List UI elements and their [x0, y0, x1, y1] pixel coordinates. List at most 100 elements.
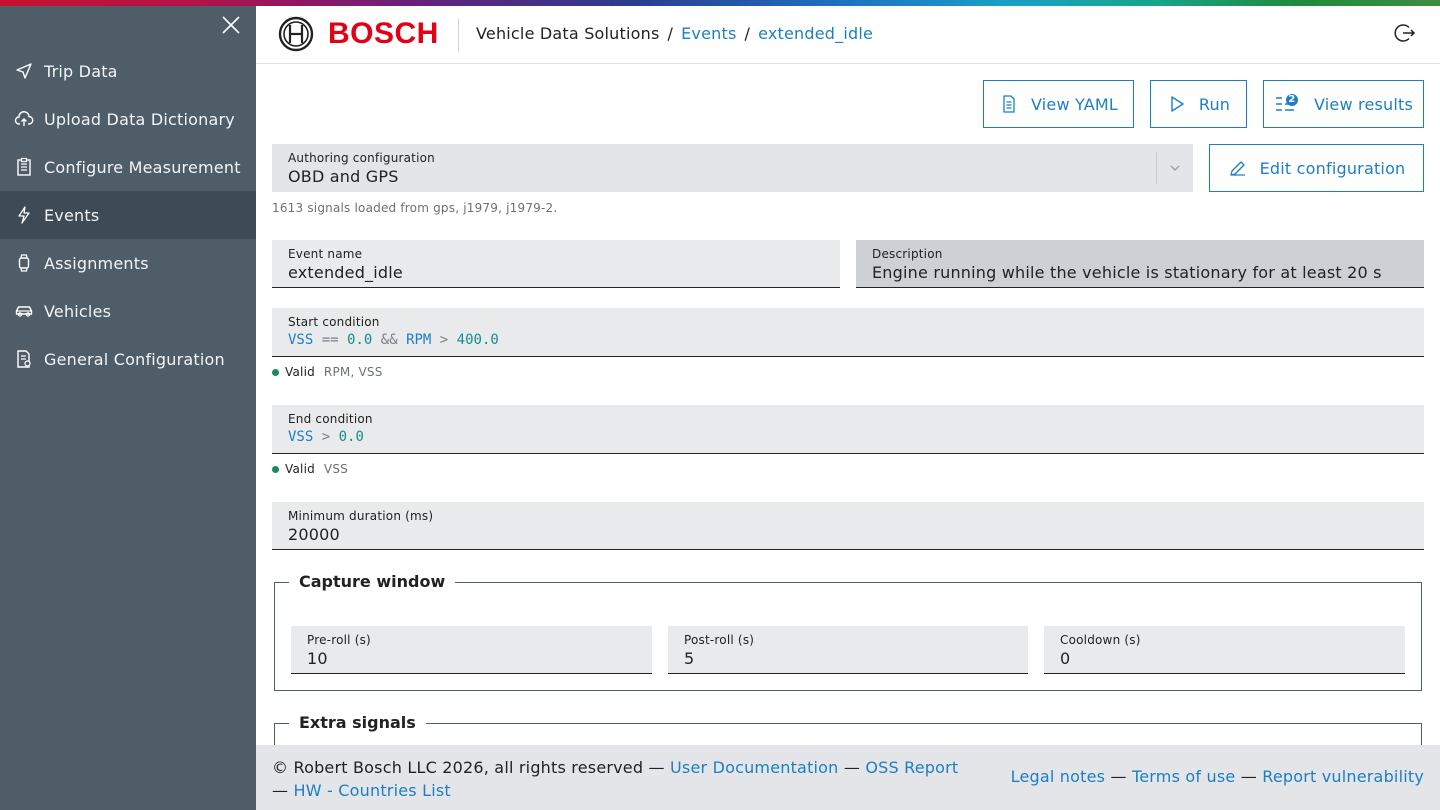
view-results-button[interactable]: 2 View results — [1263, 80, 1424, 128]
sidebar-item-upload-data-dictionary[interactable]: Upload Data Dictionary — [0, 95, 256, 143]
valid-status-text: Valid — [285, 365, 315, 379]
view-results-label: View results — [1313, 94, 1414, 114]
logout-icon — [1394, 24, 1416, 42]
sidebar-item-label: Vehicles — [44, 301, 112, 321]
hw-countries-list-link[interactable]: HW - Countries List — [294, 781, 451, 800]
close-sidebar-button[interactable] — [220, 14, 242, 36]
sidebar-item-assignments[interactable]: Assignments — [0, 239, 256, 287]
pre-roll-label: Pre-roll (s) — [307, 633, 371, 647]
view-yaml-button[interactable]: View YAML — [983, 80, 1134, 128]
app-header: BOSCH Vehicle Data Solutions / Events / … — [256, 6, 1440, 64]
cooldown-field[interactable]: Cooldown (s) 0 — [1044, 626, 1405, 674]
minimum-duration-value: 20000 — [288, 525, 340, 544]
footer-dash: — — [1110, 767, 1127, 786]
sidebar-item-label: Configure Measurement — [44, 157, 241, 177]
pencil-icon — [1229, 161, 1245, 176]
sidebar-item-configure-measurement[interactable]: Configure Measurement — [0, 143, 256, 191]
sidebar-item-label: Events — [44, 205, 100, 225]
number-token: 400.0 — [456, 332, 499, 348]
operator-token: > — [321, 429, 331, 445]
valid-status-dot — [272, 465, 279, 473]
event-name-value: extended_idle — [288, 263, 403, 282]
edit-configuration-label: Edit configuration — [1259, 158, 1406, 178]
sidebar-nav: Trip Data Upload Data Dictionary Configu… — [0, 47, 256, 383]
footer-dash: — — [272, 781, 289, 800]
signal-token: VSS — [288, 332, 314, 348]
bosch-logo[interactable]: BOSCH — [278, 16, 439, 52]
breadcrumb-separator: / — [744, 24, 751, 43]
start-condition-editor[interactable]: Start condition VSS == 0.0 && RPM > 400.… — [272, 308, 1424, 357]
sidebar-item-general-configuration[interactable]: General Configuration — [0, 335, 256, 383]
valid-status-dot — [272, 368, 279, 376]
description-field[interactable]: Description Engine running while the veh… — [856, 240, 1424, 288]
footer-dash: — — [648, 758, 665, 777]
close-icon — [222, 16, 240, 34]
start-condition-expression: VSS == 0.0 && RPM > 400.0 — [288, 332, 1408, 348]
user-documentation-link[interactable]: User Documentation — [670, 758, 839, 777]
end-condition-status: Valid VSS — [272, 462, 348, 476]
referenced-signals: VSS — [323, 462, 348, 476]
extra-signals-title: Extra signals — [289, 713, 426, 732]
cooldown-label: Cooldown (s) — [1060, 633, 1141, 647]
sidebar-item-events[interactable]: Events — [0, 191, 256, 239]
edit-configuration-button[interactable]: Edit configuration — [1209, 144, 1424, 192]
results-badge: 2 — [1288, 94, 1296, 105]
footer-left: © Robert Bosch LLC 2026, all rights rese… — [272, 756, 958, 802]
bosch-armature-icon — [278, 16, 314, 52]
number-token: 0.0 — [338, 429, 364, 445]
authoring-configuration-select[interactable]: Authoring configuration OBD and GPS — [272, 144, 1193, 192]
start-condition-label: Start condition — [288, 315, 380, 329]
authoring-configuration-label: Authoring configuration — [288, 151, 435, 165]
extra-signals-group — [274, 723, 1422, 745]
event-editor: View YAML Run 2 View results Authoring c… — [256, 64, 1440, 745]
view-yaml-label: View YAML — [1030, 94, 1119, 114]
signal-token: VSS — [288, 429, 314, 445]
run-button[interactable]: Run — [1150, 80, 1247, 128]
report-vulnerability-link[interactable]: Report vulnerability — [1262, 767, 1424, 786]
breadcrumb-separator: / — [667, 24, 674, 43]
start-condition-status: Valid RPM, VSS — [272, 365, 383, 379]
capture-window-title: Capture window — [289, 572, 456, 591]
authoring-configuration-value: OBD and GPS — [288, 167, 399, 186]
top-color-strip — [0, 0, 1440, 6]
send-icon — [14, 61, 34, 81]
legal-notes-link[interactable]: Legal notes — [1011, 767, 1106, 786]
cloud-upload-icon — [14, 109, 34, 129]
breadcrumb-events-link[interactable]: Events — [681, 24, 736, 43]
footer-right: Legal notes — Terms of use — Report vuln… — [1011, 767, 1424, 786]
minimum-duration-field[interactable]: Minimum duration (ms) 20000 — [272, 502, 1424, 550]
brand-wordmark: BOSCH — [328, 17, 439, 50]
clipboard-icon — [14, 157, 34, 177]
footer-dash: — — [1240, 767, 1257, 786]
run-label: Run — [1198, 94, 1231, 114]
referenced-signals: RPM, VSS — [323, 365, 383, 379]
sidebar: Trip Data Upload Data Dictionary Configu… — [0, 6, 256, 810]
settings-doc-icon — [14, 349, 34, 369]
post-roll-field[interactable]: Post-roll (s) 5 — [668, 626, 1028, 674]
pre-roll-value: 10 — [307, 649, 328, 668]
pre-roll-field[interactable]: Pre-roll (s) 10 — [291, 626, 652, 674]
end-condition-editor[interactable]: End condition VSS > 0.0 — [272, 405, 1424, 454]
post-roll-value: 5 — [684, 649, 695, 668]
signals-loaded-hint: 1613 signals loaded from gps, j1979, j19… — [272, 201, 558, 215]
breadcrumb-root: Vehicle Data Solutions — [476, 24, 660, 43]
operator-token: == — [321, 332, 339, 348]
sidebar-item-vehicles[interactable]: Vehicles — [0, 287, 256, 335]
logout-button[interactable] — [1394, 22, 1416, 44]
dropdown-separator — [1156, 152, 1157, 184]
terms-of-use-link[interactable]: Terms of use — [1132, 767, 1235, 786]
valid-status-text: Valid — [285, 462, 315, 476]
minimum-duration-label: Minimum duration (ms) — [288, 509, 434, 523]
breadcrumb: Vehicle Data Solutions / Events / extend… — [476, 24, 873, 43]
description-label: Description — [872, 247, 943, 261]
results-list-icon: 2 — [1274, 94, 1302, 114]
breadcrumb-current[interactable]: extended_idle — [758, 24, 873, 43]
sidebar-item-label: Upload Data Dictionary — [44, 109, 235, 129]
oss-report-link[interactable]: OSS Report — [865, 758, 958, 777]
header-divider — [458, 18, 459, 52]
number-token: 0.0 — [347, 332, 373, 348]
play-icon — [1171, 96, 1184, 112]
footer: © Robert Bosch LLC 2026, all rights rese… — [256, 745, 1440, 810]
event-name-field[interactable]: Event name extended_idle — [272, 240, 840, 288]
sidebar-item-trip-data[interactable]: Trip Data — [0, 47, 256, 95]
